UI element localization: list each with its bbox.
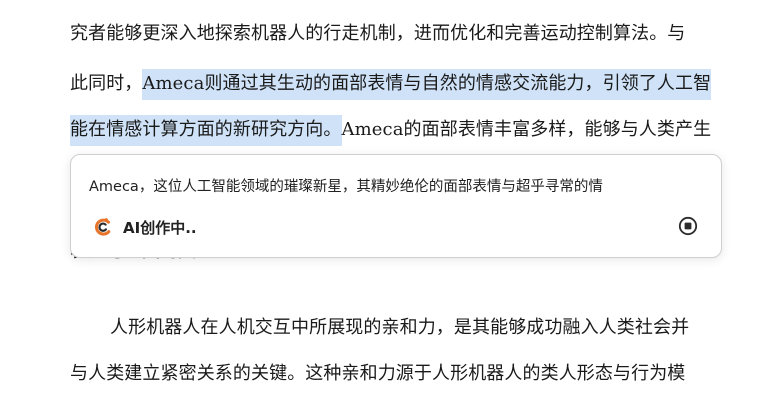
body-text-line: 与人类建立紧密关系的关键。这种亲和力源于人形机器人的类人形态与行为模 xyxy=(70,360,685,388)
document-page: 究者能够更深入地探索机器人的行走机制，进而优化和完善运动控制算法。与 此同时，A… xyxy=(0,0,780,400)
body-text-line: 人形机器人在人机交互中所展现的亲和力，是其能够成功融入人类社会并 xyxy=(70,314,689,342)
text-run: 与人类建立紧密关系的关键。这种亲和力源于人形机器人的类人形态与行为模 xyxy=(70,363,686,384)
ai-status: AI创作中.. xyxy=(93,215,197,239)
ai-status-label: AI创作中.. xyxy=(123,218,197,237)
body-text-line: 究者能够更深入地探索机器人的行走机制，进而优化和完善运动控制算法。与 xyxy=(70,20,685,48)
text-run: 人形机器人在人机交互中所展现的亲和力，是其能够成功融入人类社会并 xyxy=(110,317,690,338)
stop-generation-button[interactable] xyxy=(677,216,699,240)
text-run: 此同时， xyxy=(70,73,143,94)
selected-text[interactable]: Ameca则通过其生动的面部表情与自然的情感交流能力，引领了人工智 xyxy=(142,69,712,100)
ai-swirl-icon xyxy=(93,217,113,237)
selected-text[interactable]: 能在情感计算方面的新研究方向。 xyxy=(70,115,342,146)
body-text-line: 能在情感计算方面的新研究方向。Ameca的面部表情丰富多样，能够与人类产生 xyxy=(70,115,712,146)
body-text-line: 此同时，Ameca则通过其生动的面部表情与自然的情感交流能力，引领了人工智 xyxy=(70,69,712,100)
text-run: 究者能够更深入地探索机器人的行走机制，进而优化和完善运动控制算法。与 xyxy=(70,23,686,44)
stop-circle-icon xyxy=(678,216,698,240)
ai-preview-text: Ameca，这位人工智能领域的璀璨新星，其精妙绝伦的面部表情与超乎寻常的情 xyxy=(89,179,603,195)
ai-writing-panel: Ameca，这位人工智能领域的璀璨新星，其精妙绝伦的面部表情与超乎寻常的情 AI… xyxy=(70,154,722,258)
text-run: Ameca的面部表情丰富多样，能够与人类产生 xyxy=(341,119,712,140)
